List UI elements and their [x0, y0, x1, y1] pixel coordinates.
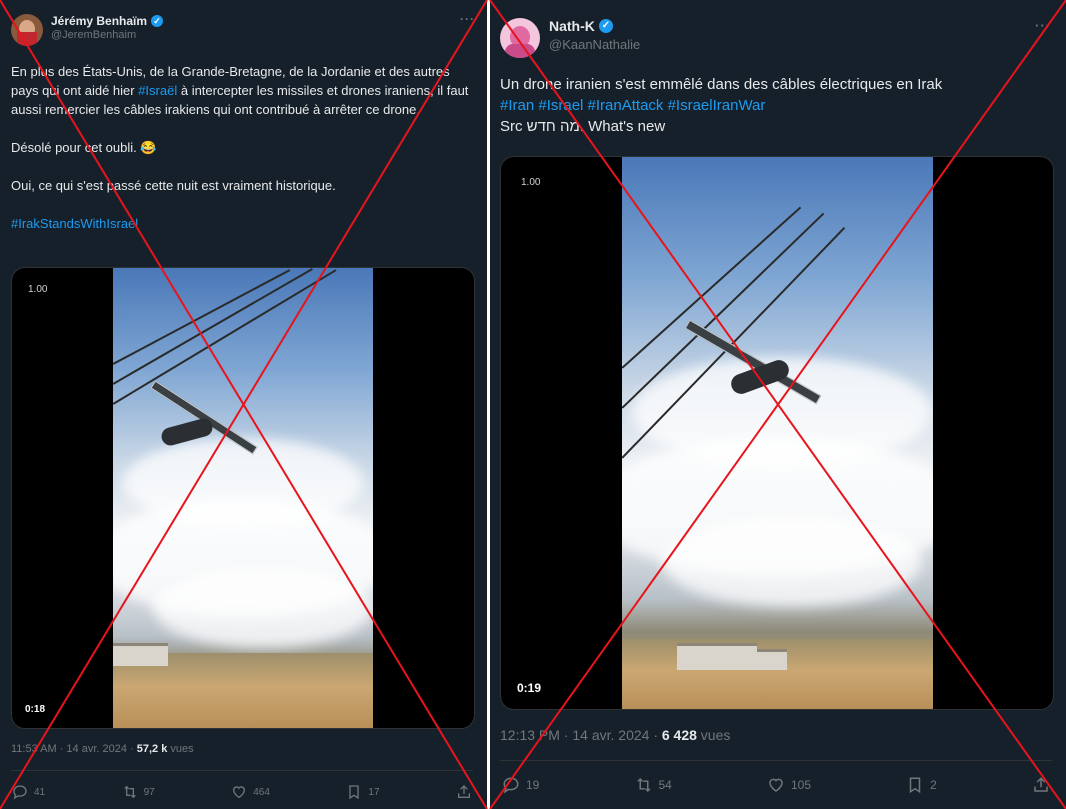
video-timestamp-overlay: 1.00: [521, 177, 541, 188]
text-paragraph: Désolé pour cet oubli. 😂: [11, 140, 157, 155]
text-paragraph: Oui, ce qui s'est passé cette nuit est v…: [11, 178, 336, 193]
video-frame: [113, 268, 373, 728]
repost-icon: [123, 785, 136, 799]
bookmark-button[interactable]: 17: [346, 784, 380, 800]
repost-icon: [636, 777, 651, 793]
tweet-meta: 11:53 AM · 14 avr. 2024 · 57,2 k vues: [11, 743, 194, 755]
repost-button[interactable]: 97: [122, 784, 155, 800]
share-button[interactable]: [1032, 776, 1050, 794]
reply-icon: [503, 777, 519, 794]
bookmark-count: 2: [930, 778, 937, 792]
video-frame: [622, 157, 933, 709]
reply-button[interactable]: 19: [502, 776, 539, 794]
tweet-actions: 19 54 105 2: [502, 774, 1050, 796]
views-label: vues: [167, 743, 194, 755]
repost-count: 97: [143, 786, 155, 798]
author-name[interactable]: Jérémy Benhaïm: [51, 14, 147, 28]
avatar[interactable]: [500, 18, 540, 58]
video-player[interactable]: 1.00 0:19: [500, 156, 1054, 710]
video-duration: 0:19: [517, 681, 542, 695]
reply-count: 19: [526, 778, 540, 792]
views-count: 57,2 k: [136, 743, 168, 755]
reply-count: 41: [34, 786, 46, 798]
repost-button[interactable]: 54: [635, 776, 672, 794]
divider: [500, 760, 1052, 761]
bookmark-icon: [909, 777, 921, 794]
tweet-time[interactable]: 11:53 AM · 14 avr. 2024 ·: [11, 743, 137, 755]
divider: [11, 770, 473, 771]
views-count: 6 428: [661, 727, 697, 743]
verified-badge-icon: ✓: [598, 19, 613, 33]
bookmark-icon: [349, 785, 360, 800]
tweet-actions: 41 97 464 17: [12, 782, 472, 802]
like-button[interactable]: 105: [767, 776, 811, 794]
share-icon: [458, 785, 470, 798]
video-timestamp-overlay: 1.00: [28, 284, 48, 295]
tweet-time[interactable]: 12:13 PM · 14 avr. 2024 ·: [500, 727, 662, 743]
repost-count: 54: [658, 778, 672, 792]
bookmark-count: 17: [368, 786, 380, 798]
hashtag-link[interactable]: #Israël: [138, 83, 177, 98]
tweet-right: Nath-K ✓ @KaanNathalie ··· Un drone iran…: [490, 0, 1066, 809]
more-options-icon[interactable]: ···: [1035, 18, 1051, 33]
video-player[interactable]: 1.00 0:18: [11, 267, 475, 729]
hashtag-links[interactable]: #Iran #Israel #IranAttack #IsraelIranWar: [500, 95, 1050, 116]
more-options-icon[interactable]: ···: [460, 12, 475, 26]
bookmark-button[interactable]: 2: [906, 776, 937, 794]
verified-badge-icon: ✓: [151, 15, 164, 27]
like-button[interactable]: 464: [231, 784, 270, 800]
tweet-meta: 12:13 PM · 14 avr. 2024 · 6 428 vues: [500, 727, 730, 743]
author-handle[interactable]: @JeremBenhaim: [51, 29, 163, 41]
reply-button[interactable]: 41: [12, 784, 45, 800]
tweet-left: Jérémy Benhaïm ✓ @JeremBenhaim ··· En pl…: [0, 0, 487, 809]
video-duration: 0:18: [25, 704, 46, 715]
text-paragraph: Src מה חדש. What's new: [500, 118, 666, 135]
heart-icon: [769, 778, 783, 792]
share-icon: [1034, 777, 1048, 792]
tweet-text: En plus des États-Unis, de la Grande-Bre…: [11, 62, 473, 233]
hashtag-link[interactable]: #IrakStandsWithIsrael: [11, 214, 473, 233]
tweet-text: Un drone iranien s'est emmêlé dans des c…: [500, 74, 1050, 137]
like-count: 464: [253, 786, 270, 798]
author-name[interactable]: Nath-K: [549, 18, 595, 34]
avatar[interactable]: [11, 14, 43, 46]
views-label: vues: [696, 727, 731, 743]
share-button[interactable]: [456, 784, 472, 800]
text-paragraph: Un drone iranien s'est emmêlé dans des c…: [500, 76, 943, 93]
heart-icon: [233, 786, 246, 799]
tweet-header: Jérémy Benhaïm ✓ @JeremBenhaim: [11, 14, 164, 46]
author-handle[interactable]: @KaanNathalie: [549, 37, 640, 52]
like-count: 105: [791, 778, 812, 792]
reply-icon: [13, 785, 27, 800]
tweet-header: Nath-K ✓ @KaanNathalie: [500, 18, 640, 58]
